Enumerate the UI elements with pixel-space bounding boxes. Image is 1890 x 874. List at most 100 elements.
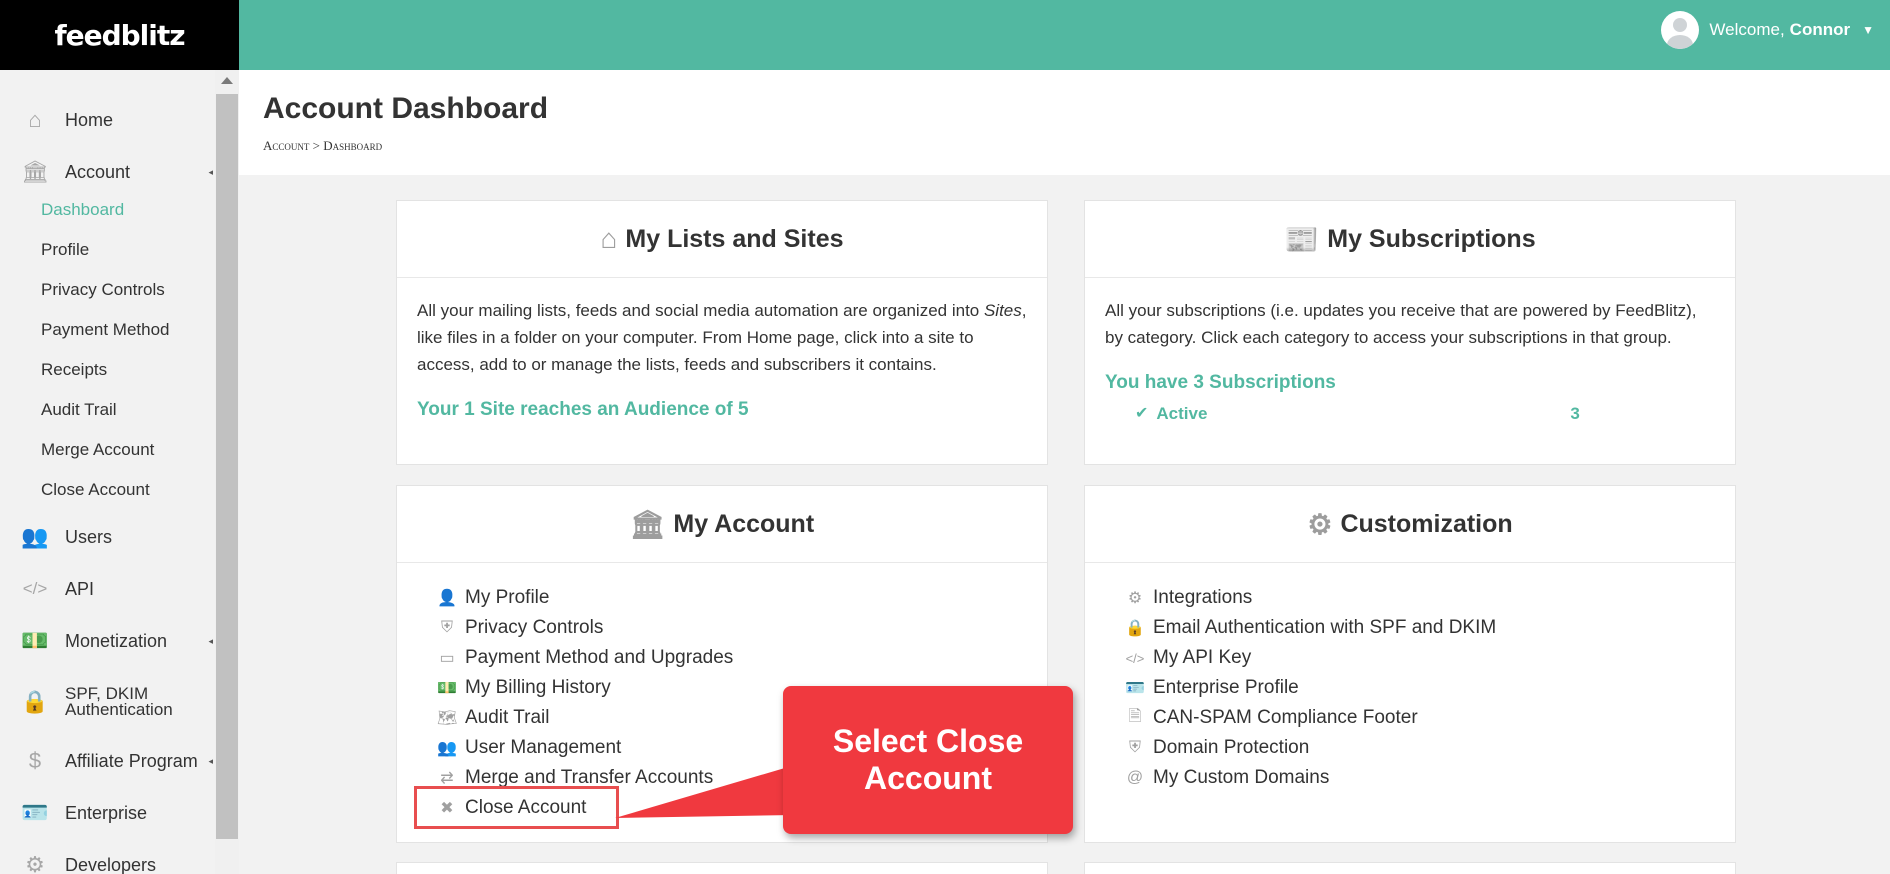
sidebar-item-enterprise[interactable]: 🪪 Enterprise <box>0 795 215 831</box>
link-label: User Management <box>465 737 622 758</box>
sidebar-item-label: Affiliate Program <box>65 750 198 771</box>
link-domain-protection[interactable]: ⛨ Domain Protection <box>1125 733 1735 763</box>
card-title: Customization <box>1340 509 1513 538</box>
card-body: All your mailing lists, feeds and social… <box>397 278 1047 442</box>
card-header: 📰 My Subscriptions <box>1085 201 1735 278</box>
sidebar-sub-profile[interactable]: Profile <box>41 240 89 260</box>
link-payment-method[interactable]: ▭ Payment Method and Upgrades <box>437 643 1047 673</box>
sidebar-item-label: Users <box>65 526 113 547</box>
breadcrumb[interactable]: Account > Dashboard <box>263 138 382 154</box>
link-email-authentication[interactable]: 🔒 Email Authentication with SPF and DKIM <box>1125 613 1735 643</box>
shield-icon: ⛨ <box>440 619 453 636</box>
person-icon: 👤 <box>437 590 457 607</box>
scrollbar-thumb[interactable] <box>216 94 238 839</box>
sidebar-item-label: Monetization <box>65 630 168 651</box>
customization-links: ⚙ Integrations 🔒 Email Authentication with… <box>1085 583 1735 793</box>
active-label: Active <box>1156 404 1208 423</box>
sidebar-sub-merge-account[interactable]: Merge Account <box>41 440 154 460</box>
link-label: My Profile <box>465 587 550 608</box>
lists-card: ⌂ My Lists and Sites All your mailing li… <box>396 200 1048 465</box>
subscriptions-card: 📰 My Subscriptions All your subscription… <box>1084 200 1736 465</box>
instruction-callout: Select Close Account <box>783 686 1073 834</box>
next-card-left <box>396 862 1048 874</box>
dollar-icon: $ <box>28 748 42 773</box>
sidebar-item-account[interactable]: 🏛 Account ◂ <box>0 154 215 190</box>
card-header: 🏛 My Account <box>397 486 1047 563</box>
sidebar-item-users[interactable]: 👥 Users <box>0 519 215 555</box>
id-card-icon: 🪪 <box>21 800 49 825</box>
code-icon: </> <box>22 579 48 598</box>
sidebar-item-label: Home <box>65 109 114 130</box>
link-label: Email Authentication with SPF and DKIM <box>1153 617 1497 638</box>
id-card-icon: 🪪 <box>1125 680 1145 697</box>
link-my-profile[interactable]: 👤 My Profile <box>437 583 1047 613</box>
link-label: My API Key <box>1153 647 1252 668</box>
user-menu[interactable]: Welcome, Connor ▼ <box>1661 0 1874 60</box>
card-title: My Subscriptions <box>1327 224 1536 253</box>
home-icon: ⌂ <box>600 223 618 254</box>
avatar[interactable] <box>1661 11 1700 49</box>
link-api-key[interactable]: </> My API Key <box>1125 643 1735 673</box>
lock-icon: 🔒 <box>21 689 49 714</box>
bank-icon: 🏛 <box>21 159 49 184</box>
link-label: Payment Method and Upgrades <box>465 647 734 668</box>
card-title: My Lists and Sites <box>625 224 844 253</box>
sidebar-sub-privacy-controls[interactable]: Privacy Controls <box>41 280 165 300</box>
sidebar-item-label: Account <box>65 161 131 182</box>
customization-card: ⚙ Customization ⚙ Integrations 🔒 Email Aut… <box>1084 485 1736 843</box>
money-icon: 💵 <box>21 628 49 653</box>
logo-box[interactable]: feedblitz <box>0 0 239 70</box>
credit-card-icon: ▭ <box>439 650 455 667</box>
sidebar-item-developers[interactable]: ⚙ Developers <box>0 847 215 874</box>
active-row[interactable]: ✔ Active 3 <box>1105 400 1715 427</box>
callout-pointer <box>615 765 795 818</box>
users-icon: 👥 <box>437 740 457 757</box>
subscriptions-link[interactable]: You have 3 Subscriptions <box>1105 372 1336 393</box>
link-integrations[interactable]: ⚙ Integrations <box>1125 583 1735 613</box>
card-title: My Account <box>673 509 815 538</box>
active-count: 3 <box>1570 404 1580 423</box>
page-header: Account Dashboard Account > Dashboard <box>239 70 1890 175</box>
sidebar-item-home[interactable]: ⌂ Home <box>0 102 215 138</box>
sidebar-sub-dashboard[interactable]: Dashboard <box>41 200 124 220</box>
sidebar-item-label: Developers <box>65 854 157 874</box>
card-body: All your subscriptions (i.e. updates you… <box>1085 278 1735 446</box>
sidebar-item-monetization[interactable]: 💵 Monetization ◂ <box>0 623 215 659</box>
page-title: Account Dashboard <box>263 92 549 125</box>
code-icon: </> <box>1125 650 1145 666</box>
feedblitz-logo[interactable]: feedblitz <box>54 19 185 52</box>
sidebar-item-label: Enterprise <box>65 802 148 823</box>
expand-arrow-icon: ◂ <box>208 635 213 646</box>
sidebar-sub-payment-method[interactable]: Payment Method <box>41 320 170 340</box>
description-text: All your mailing lists, feeds and social… <box>417 301 984 320</box>
map-icon: 🗺 <box>437 710 458 727</box>
link-label: My Custom Domains <box>1153 767 1330 788</box>
gear-icon: ⚙ <box>1307 508 1333 540</box>
sidebar-item-affiliate[interactable]: $ Affiliate Program ◂ <box>0 743 215 779</box>
link-enterprise-profile[interactable]: 🪪 Enterprise Profile <box>1125 673 1735 703</box>
link-can-spam-footer[interactable]: 🗎 CAN-SPAM Compliance Footer <box>1125 703 1735 733</box>
scroll-up-arrow-icon[interactable] <box>221 77 233 84</box>
callout-text: Select Close Account <box>832 723 1024 796</box>
card-header: ⚙ Customization <box>1085 486 1735 563</box>
audience-link[interactable]: Your 1 Site reaches an Audience of 5 <box>417 399 749 420</box>
sidebar-item-api[interactable]: </> API <box>0 571 215 607</box>
sidebar-sub-close-account[interactable]: Close Account <box>41 480 150 500</box>
expand-arrow-icon: ◂ <box>208 166 213 177</box>
link-label: Domain Protection <box>1153 737 1310 758</box>
bank-icon: 🏛 <box>629 508 666 540</box>
description-emphasis: Sites <box>983 301 1022 320</box>
chevron-down-icon[interactable]: ▼ <box>1862 23 1874 37</box>
sidebar-sub-audit-trail[interactable]: Audit Trail <box>41 400 117 420</box>
lock-icon: 🔒 <box>1125 620 1145 637</box>
shield-icon: ⛨ <box>1128 739 1141 756</box>
lists-description: All your mailing lists, feeds and social… <box>417 297 1027 378</box>
link-privacy-controls[interactable]: ⛨ Privacy Controls <box>437 613 1047 643</box>
link-custom-domains[interactable]: @ My Custom Domains <box>1125 763 1735 793</box>
sidebar-sub-receipts[interactable]: Receipts <box>41 360 107 380</box>
sidebar-item-spf-dkim[interactable]: 🔒 SPF, DKIM Authentication <box>0 682 215 722</box>
money-icon: 💵 <box>437 680 457 697</box>
user-name: Connor <box>1789 20 1851 39</box>
link-label: My Billing History <box>465 677 611 698</box>
gear-icon: ⚙ <box>25 852 45 874</box>
